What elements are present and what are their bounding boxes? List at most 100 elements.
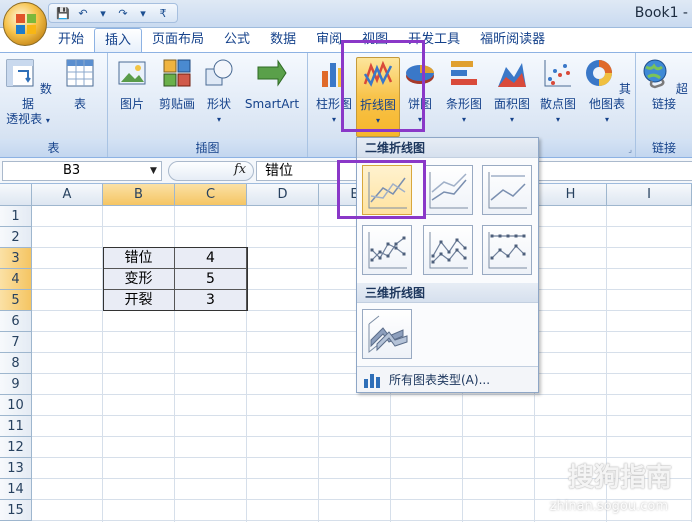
- row-header[interactable]: 7: [0, 332, 32, 353]
- row-header[interactable]: 1: [0, 206, 32, 227]
- pivot-table-button[interactable]: 数据 透视表 ▾: [4, 57, 52, 128]
- area-chart-icon: [498, 63, 526, 87]
- column-header[interactable]: C: [175, 184, 247, 206]
- undo-icon[interactable]: ↶: [75, 5, 91, 21]
- watermark-url: zhinan.sogou.com: [549, 499, 668, 514]
- select-all-corner[interactable]: [0, 184, 32, 206]
- column-chart-icon: [322, 63, 344, 87]
- column-header[interactable]: B: [103, 184, 175, 206]
- all-chart-types-button[interactable]: 所有图表类型(A)...: [357, 366, 538, 392]
- cell-value[interactable]: 4: [175, 248, 247, 269]
- pivot-dropdown-icon: ▾: [45, 116, 50, 125]
- picture-button[interactable]: 图片: [114, 57, 150, 112]
- document-title: Book1 -: [634, 5, 688, 21]
- line-chart-gallery: 二维折线图 三维折线图 所有图表类型(A)...: [356, 137, 539, 393]
- row-header[interactable]: 6: [0, 311, 32, 332]
- row-header[interactable]: 3: [0, 248, 32, 269]
- line-thumb[interactable]: [362, 165, 412, 215]
- row-header[interactable]: 11: [0, 416, 32, 437]
- tab-2[interactable]: 页面布局: [142, 28, 214, 52]
- bar-chart-icon: [451, 61, 477, 85]
- row-header[interactable]: 10: [0, 395, 32, 416]
- cell-label[interactable]: 错位: [103, 248, 175, 269]
- line-markers-thumb[interactable]: [362, 225, 412, 275]
- clipart-button[interactable]: 剪贴画: [154, 57, 200, 112]
- gridline: [32, 436, 692, 437]
- other-dropdown-icon: ▾: [604, 115, 609, 124]
- percent-stacked-line-markers-thumb[interactable]: [482, 225, 532, 275]
- tab-6[interactable]: 视图: [352, 28, 398, 52]
- clipart-icon: [163, 59, 191, 87]
- picture-icon: [118, 61, 146, 85]
- cell-label[interactable]: 开裂: [103, 290, 175, 311]
- row-header[interactable]: 2: [0, 227, 32, 248]
- table-icon: [66, 59, 94, 87]
- row-header[interactable]: 14: [0, 479, 32, 500]
- office-button[interactable]: [3, 2, 47, 46]
- name-box-dropdown-icon[interactable]: ▼: [150, 166, 157, 176]
- undo-dropdown-icon[interactable]: ▾: [95, 5, 111, 21]
- tab-4[interactable]: 数据: [260, 28, 306, 52]
- 3d-line-thumb-icon: [368, 315, 408, 354]
- stacked-line-markers-thumb-icon: [429, 232, 468, 269]
- name-box[interactable]: B3: [2, 161, 162, 181]
- tab-3[interactable]: 公式: [214, 28, 260, 52]
- tab-0[interactable]: 开始: [48, 28, 94, 52]
- gridline: [32, 394, 692, 395]
- smartart-button[interactable]: SmartArt: [240, 57, 304, 112]
- column-header[interactable]: A: [32, 184, 103, 206]
- shapes-button[interactable]: 形状 ▾: [202, 57, 236, 127]
- globe-link-icon: [643, 59, 667, 89]
- group-label-links: 链接: [636, 139, 692, 157]
- percent-stacked-line-thumb[interactable]: [482, 165, 532, 215]
- column-chart-button[interactable]: 柱形图 ▾: [314, 57, 354, 127]
- redo-icon[interactable]: ↷: [115, 5, 131, 21]
- table-button[interactable]: 表: [58, 57, 102, 112]
- bar-chart-button[interactable]: 条形图 ▾: [442, 57, 486, 127]
- stacked-line-markers-thumb[interactable]: [423, 225, 473, 275]
- hyperlink-button[interactable]: 超链接: [640, 57, 688, 112]
- column-header[interactable]: H: [535, 184, 607, 206]
- pie-chart-button[interactable]: 饼图 ▾: [404, 57, 436, 127]
- other-charts-button[interactable]: 其他图表 ▾: [580, 57, 634, 127]
- customize-qat-icon[interactable]: ₹: [155, 5, 171, 21]
- line-chart-button[interactable]: 折线图 ▾: [356, 57, 400, 137]
- area-chart-button[interactable]: 面积图 ▾: [490, 57, 534, 127]
- scatter-chart-button[interactable]: 散点图 ▾: [536, 57, 580, 127]
- column-header[interactable]: I: [607, 184, 692, 206]
- tab-8[interactable]: 福昕阅读器: [470, 28, 555, 52]
- cell-value[interactable]: 3: [175, 290, 247, 311]
- area-dropdown-icon: ▾: [509, 115, 514, 124]
- all-chart-types-label: 所有图表类型(A)...: [389, 373, 491, 387]
- row-header[interactable]: 8: [0, 353, 32, 374]
- smartart-label: SmartArt: [244, 97, 300, 111]
- insert-function-icon[interactable]: fx: [234, 162, 246, 177]
- save-icon[interactable]: 💾: [55, 5, 71, 21]
- section-3d-line: 三维折线图: [357, 283, 538, 303]
- redo-dropdown-icon[interactable]: ▾: [135, 5, 151, 21]
- office-logo-icon: [16, 14, 36, 34]
- chart-types-icon: [364, 374, 380, 388]
- shapes-icon: [205, 59, 233, 86]
- formula-bar: B3 ▼ fx 错位: [0, 158, 692, 184]
- tab-5[interactable]: 审阅: [306, 28, 352, 52]
- cell-value[interactable]: 5: [175, 269, 247, 290]
- cell-label[interactable]: 变形: [103, 269, 175, 290]
- row-header[interactable]: 13: [0, 458, 32, 479]
- 3d-line-thumb[interactable]: [362, 309, 412, 359]
- bar-dropdown-icon: ▾: [461, 115, 466, 124]
- stacked-line-thumb[interactable]: [423, 165, 473, 215]
- row-header[interactable]: 12: [0, 437, 32, 458]
- row-header[interactable]: 4: [0, 269, 32, 290]
- percent-stacked-line-markers-thumb-icon: [488, 232, 527, 269]
- row-header[interactable]: 9: [0, 374, 32, 395]
- row-header[interactable]: 5: [0, 290, 32, 311]
- line-markers-thumb-icon: [368, 232, 407, 269]
- charts-dialog-launcher-icon[interactable]: ⌟: [628, 145, 632, 154]
- row-header[interactable]: 15: [0, 500, 32, 521]
- column-header[interactable]: D: [247, 184, 319, 206]
- table-label: 表: [73, 97, 86, 111]
- tab-1[interactable]: 插入: [94, 28, 143, 52]
- tab-7[interactable]: 开发工具: [398, 28, 470, 52]
- group-table: 数据 透视表 ▾ 表 表: [0, 53, 108, 157]
